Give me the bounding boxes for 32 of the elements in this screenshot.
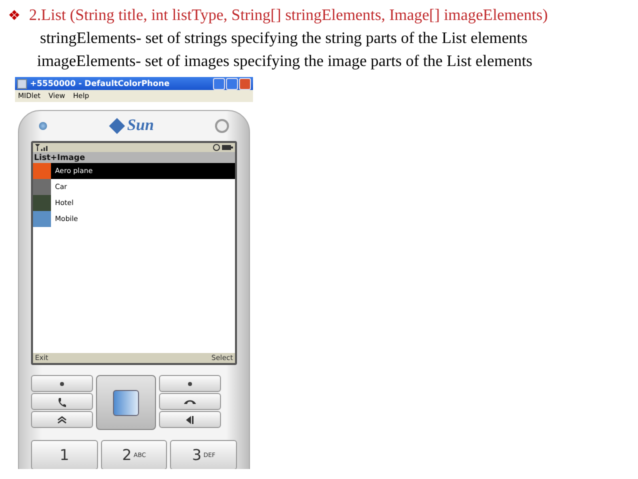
soft-key[interactable]	[31, 375, 93, 392]
number-key[interactable]: 1	[31, 440, 98, 469]
battery-icon	[213, 144, 233, 151]
select-key[interactable]	[113, 390, 139, 416]
soft-key[interactable]	[159, 375, 221, 392]
back-arrow-icon	[186, 416, 194, 424]
photo-placeholder	[33, 195, 51, 211]
photo-placeholder	[33, 211, 51, 227]
slide-text: imageElements- set of images specifying the image parts of the List elements	[36, 52, 534, 71]
call-key[interactable]	[31, 393, 93, 410]
hang-up-icon	[183, 398, 197, 404]
bullet-icon: ❖	[8, 7, 21, 25]
home-key[interactable]	[31, 411, 93, 428]
navigation-pad[interactable]	[96, 375, 156, 430]
photo-placeholder	[33, 163, 51, 179]
slide-heading: 2.List (String title, int listType, String[] stringElements, Image[] imageElements)	[29, 7, 548, 25]
power-button[interactable]	[214, 119, 229, 133]
back-key[interactable]	[159, 411, 221, 428]
chevron-up-icon	[57, 416, 67, 424]
led-icon	[39, 122, 47, 130]
photo-placeholder	[33, 179, 51, 195]
maximize-button[interactable]	[226, 78, 238, 90]
app-icon	[17, 78, 27, 88]
end-call-key[interactable]	[159, 393, 221, 410]
slide-text: stringElements- set of strings specifying the string parts of the List elements	[39, 29, 528, 48]
window-title: +5550000 - DefaultColorPhone	[30, 79, 170, 88]
diamond-logo-icon	[108, 117, 126, 135]
logo-text: Sun	[127, 117, 154, 135]
minimize-button[interactable]	[213, 78, 225, 90]
screen-title: List+Image	[33, 152, 235, 163]
close-button[interactable]	[239, 78, 251, 90]
phone-icon	[57, 396, 67, 406]
